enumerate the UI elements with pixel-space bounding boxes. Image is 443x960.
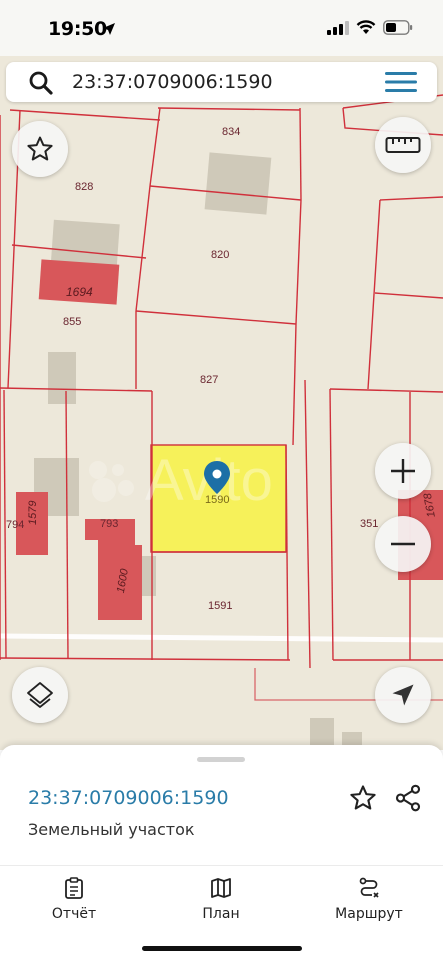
zoom-in-button[interactable] [375, 443, 431, 499]
parcel-label: 834 [222, 126, 240, 138]
tab-plan[interactable]: План [166, 876, 276, 922]
ruler-button[interactable] [375, 117, 431, 173]
parcel-label: 828 [75, 181, 93, 193]
search-icon[interactable] [28, 70, 54, 96]
parcel-label: 1579 [27, 501, 39, 525]
status-bar: 19:50 [0, 0, 443, 56]
star-icon[interactable] [348, 783, 378, 813]
hamburger-menu-icon[interactable] [385, 70, 417, 94]
parcel-layer: Avito 834 828 820 1694 855 827 1590 1579… [0, 94, 443, 750]
plus-icon [391, 459, 415, 483]
tab-label: План [202, 906, 240, 922]
parcel-label: 793 [100, 518, 118, 530]
status-icons [327, 20, 413, 35]
layers-button[interactable] [12, 667, 68, 723]
watermark [89, 461, 134, 502]
parcel-label: 1591 [208, 600, 232, 612]
structure [48, 352, 76, 404]
status-time: 19:50 [48, 18, 107, 40]
tab-report[interactable]: Отчёт [19, 876, 129, 922]
tab-label: Отчёт [51, 906, 97, 922]
parcel-label: 855 [63, 316, 81, 328]
parcel-label: 351 [360, 518, 378, 530]
building [85, 519, 142, 620]
parcel-type: Земельный участок [28, 820, 195, 839]
star-icon [27, 136, 53, 161]
share-icon[interactable] [393, 783, 423, 813]
parcel-cadastral-number[interactable]: 23:37:0709006:1590 [28, 787, 229, 809]
parcel-label-selected: 1590 [205, 494, 229, 506]
tab-route[interactable]: Маршрут [314, 876, 424, 922]
minus-icon [391, 542, 415, 546]
home-indicator [142, 946, 302, 951]
search-bar[interactable]: 23:37:0709006:1590 [6, 62, 437, 102]
report-icon [65, 877, 83, 899]
parcel-info-sheet[interactable]: 23:37:0709006:1590 Земельный участок [0, 745, 443, 865]
layers-icon [27, 682, 53, 708]
location-arrow-icon [103, 23, 115, 35]
cellular-signal-icon [327, 20, 349, 35]
search-input[interactable]: 23:37:0709006:1590 [72, 71, 273, 93]
bottom-tab-bar: Отчёт План Маршрут [0, 865, 443, 960]
parcel-label: 1694 [66, 285, 93, 299]
navigation-arrow-icon [392, 684, 414, 706]
parcel-label: 827 [200, 374, 218, 386]
cadastral-map[interactable]: Avito 834 828 820 1694 855 827 1590 1579… [0, 56, 443, 750]
route-icon [359, 877, 379, 898]
parcel-label: 794 [6, 519, 24, 531]
map-plan-icon [211, 878, 231, 898]
locate-button[interactable] [375, 667, 431, 723]
zoom-out-button[interactable] [375, 516, 431, 572]
wifi-icon [356, 20, 376, 34]
structure [310, 718, 334, 748]
favorite-button[interactable] [12, 121, 68, 177]
battery-icon [383, 20, 413, 35]
sheet-grabber[interactable] [197, 757, 245, 762]
parcel-label: 820 [211, 249, 229, 261]
tab-label: Маршрут [335, 906, 403, 922]
structure [204, 152, 272, 215]
ruler-icon [385, 137, 421, 153]
